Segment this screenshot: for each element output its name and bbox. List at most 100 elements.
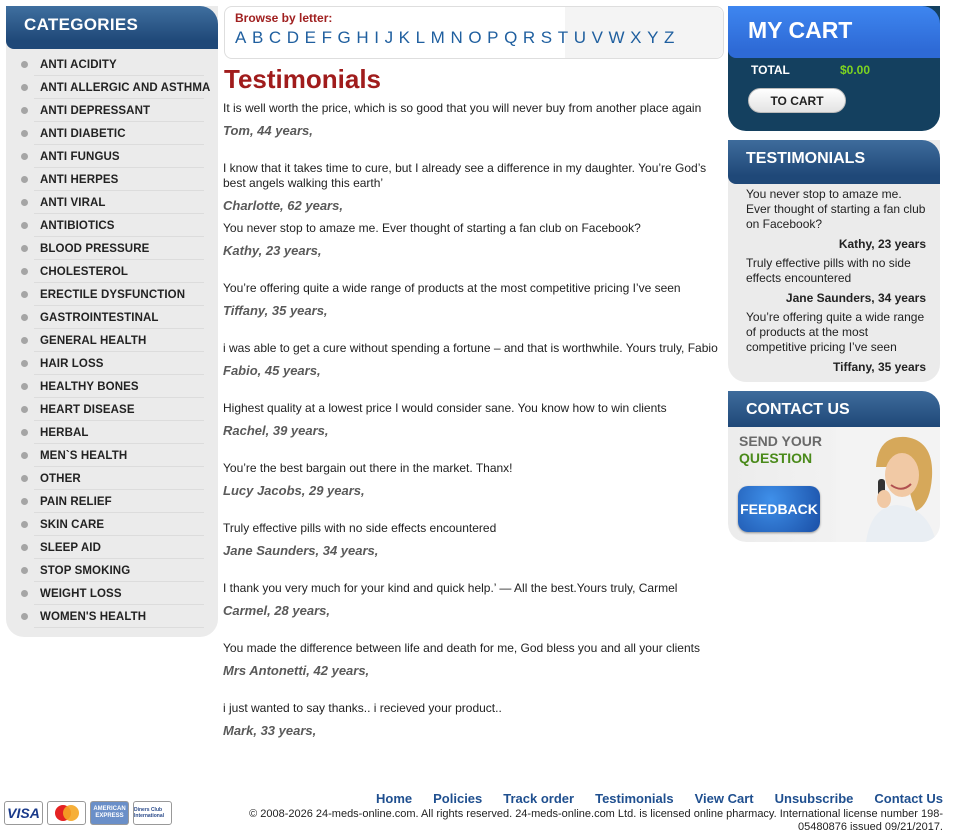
side-testimonial-author: Jane Saunders, 34 years (785, 291, 926, 305)
bullet-icon (21, 567, 28, 574)
testimonial-text: It is well worth the price, which is so … (223, 101, 702, 115)
letter-link[interactable]: Q (504, 28, 517, 48)
category-label: ANTIBIOTICS (40, 219, 115, 232)
category-item[interactable]: ANTI HERPES (6, 168, 218, 191)
letter-link[interactable]: E (305, 28, 316, 48)
contact-banner[interactable]: SEND YOUR QUESTION FEEDBACK (728, 427, 940, 542)
letter-link[interactable]: F (322, 28, 332, 48)
testimonial-item: It is well worth the price, which is so … (223, 101, 728, 161)
footer-link-contact-us[interactable]: Contact Us (874, 791, 943, 806)
letter-link[interactable]: S (541, 28, 552, 48)
footer-link-view-cart[interactable]: View Cart (695, 791, 754, 806)
category-label: PAIN RELIEF (40, 495, 112, 508)
category-item[interactable]: CHOLESTEROL (6, 260, 218, 283)
page-title: Testimonials (224, 64, 382, 94)
category-label: OTHER (40, 472, 81, 485)
bullet-icon (21, 521, 28, 528)
testimonial-item: You’re offering quite a wide range of pr… (223, 281, 728, 341)
category-label: ANTI ACIDITY (40, 58, 117, 71)
letter-link[interactable]: J (385, 28, 394, 48)
testimonial-item: Truly effective pills with no side effec… (223, 521, 728, 581)
footer-link-home[interactable]: Home (376, 791, 412, 806)
bullet-icon (21, 222, 28, 229)
letter-link[interactable]: A (235, 28, 246, 48)
footer-link-policies[interactable]: Policies (433, 791, 482, 806)
letter-link[interactable]: H (356, 28, 368, 48)
category-item[interactable]: ANTIBIOTICS (6, 214, 218, 237)
testimonial-item: Highest quality at a lowest price I woul… (223, 401, 728, 461)
category-item[interactable]: ANTI FUNGUS (6, 145, 218, 168)
testimonial-text: Truly effective pills with no side effec… (223, 521, 497, 535)
footer-link-testimonials[interactable]: Testimonials (595, 791, 674, 806)
category-item[interactable]: SLEEP AID (6, 536, 218, 559)
letter-link[interactable]: T (558, 28, 568, 48)
letter-link[interactable]: O (468, 28, 481, 48)
letter-link[interactable]: Z (664, 28, 674, 48)
category-label: BLOOD PRESSURE (40, 242, 150, 255)
browse-by-letter: Browse by letter: ABCDEFGHIJKLMNOPQRSTUV… (224, 6, 724, 59)
cart-title: MY CART (748, 17, 853, 43)
category-item[interactable]: MEN`S HEALTH (6, 444, 218, 467)
letter-link[interactable]: V (592, 28, 603, 48)
category-item[interactable]: ERECTILE DYSFUNCTION (6, 283, 218, 306)
category-item[interactable]: WOMEN'S HEALTH (6, 605, 218, 628)
letter-link[interactable]: B (252, 28, 263, 48)
letter-link[interactable]: L (416, 28, 425, 48)
category-label: MEN`S HEALTH (40, 449, 128, 462)
letter-link[interactable]: N (450, 28, 462, 48)
testimonial-author: Tom, 44 years, (223, 123, 313, 138)
footer-link-unsubscribe[interactable]: Unsubscribe (775, 791, 854, 806)
category-item[interactable]: GENERAL HEALTH (6, 329, 218, 352)
bullet-icon (21, 337, 28, 344)
category-item[interactable]: STOP SMOKING (6, 559, 218, 582)
feedback-button[interactable]: FEEDBACK (738, 486, 820, 532)
category-item[interactable]: ANTI DEPRESSANT (6, 99, 218, 122)
letter-link[interactable]: G (338, 28, 351, 48)
letter-link[interactable]: W (609, 28, 625, 48)
category-label: ANTI VIRAL (40, 196, 106, 209)
letter-link[interactable]: Y (647, 28, 658, 48)
category-label: CHOLESTEROL (40, 265, 128, 278)
side-testimonial-author: Kathy, 23 years (838, 237, 926, 251)
letter-link[interactable]: I (374, 28, 379, 48)
cart-total-value: $0.00 (840, 63, 871, 77)
category-item[interactable]: BLOOD PRESSURE (6, 237, 218, 260)
contact-title: CONTACT US (746, 401, 850, 418)
category-item[interactable]: HEALTHY BONES (6, 375, 218, 398)
letter-link[interactable]: D (287, 28, 299, 48)
letter-link[interactable]: P (487, 28, 498, 48)
category-item[interactable]: ANTI ACIDITY (6, 53, 218, 76)
category-item[interactable]: WEIGHT LOSS (6, 582, 218, 605)
bullet-icon (21, 613, 28, 620)
footer-link-track-order[interactable]: Track order (503, 791, 574, 806)
testimonial-item: I know that it takes time to cure, but I… (223, 161, 728, 221)
bullet-icon (21, 84, 28, 91)
letter-link[interactable]: C (269, 28, 281, 48)
letter-link[interactable]: U (574, 28, 586, 48)
category-item[interactable]: ANTI ALLERGIC AND ASTHMA (6, 76, 218, 99)
letter-link[interactable]: K (399, 28, 410, 48)
category-item[interactable]: PAIN RELIEF (6, 490, 218, 513)
diners-card-icon: Diners Club International (133, 801, 172, 825)
bullet-icon (21, 176, 28, 183)
testimonial-text: i was able to get a cure without spendin… (223, 341, 718, 355)
cart-total-label: TOTAL (751, 63, 790, 77)
to-cart-button[interactable]: TO CART (748, 88, 846, 113)
letter-link[interactable]: X (630, 28, 641, 48)
category-item[interactable]: GASTROINTESTINAL (6, 306, 218, 329)
category-item[interactable]: OTHER (6, 467, 218, 490)
category-item[interactable]: HEART DISEASE (6, 398, 218, 421)
category-item[interactable]: ANTI VIRAL (6, 191, 218, 214)
letter-link[interactable]: R (523, 28, 535, 48)
testimonial-author: Lucy Jacobs, 29 years, (223, 483, 365, 498)
cart-header: MY CART (728, 6, 940, 58)
category-item[interactable]: HERBAL (6, 421, 218, 444)
category-item[interactable]: HAIR LOSS (6, 352, 218, 375)
category-item[interactable]: SKIN CARE (6, 513, 218, 536)
category-item[interactable]: ANTI DIABETIC (6, 122, 218, 145)
testimonial-author: Charlotte, 62 years, (223, 198, 343, 213)
question-text: QUESTION (739, 450, 813, 466)
categories-header: CATEGORIES (6, 6, 218, 49)
letter-link[interactable]: M (431, 28, 445, 48)
category-label: ANTI ALLERGIC AND ASTHMA (40, 81, 211, 94)
